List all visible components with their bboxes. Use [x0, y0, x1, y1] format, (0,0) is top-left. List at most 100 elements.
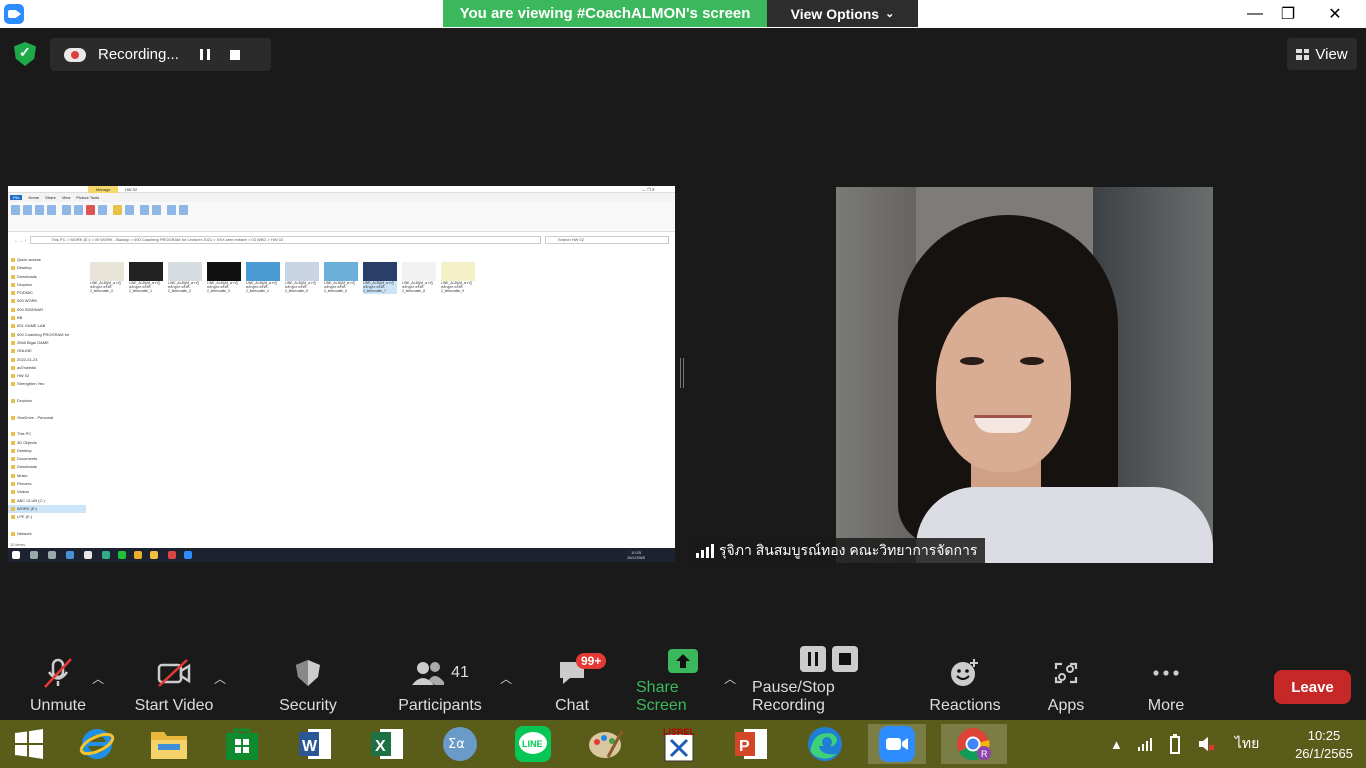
file-thumbnail[interactable]: LINE_ALBUM_ควรรู้หลักสูตร ครั้งที่ 2_leb…: [246, 262, 280, 294]
nav-pane-item[interactable]: LPE (E:): [8, 513, 86, 521]
file-thumbnail[interactable]: LINE_ALBUM_ควรรู้หลักสูตร ครั้งที่ 2_leb…: [402, 262, 436, 294]
nav-pane-item[interactable]: Documents: [8, 455, 86, 463]
panel-resize-handle[interactable]: [680, 358, 684, 388]
nav-pane-item[interactable]: 000 Coaching PROGRAM for: [8, 331, 86, 339]
view-layout-button[interactable]: View: [1287, 38, 1357, 70]
file-thumbnail[interactable]: LINE_ALBUM_ควรรู้หลักสูตร ครั้งที่ 2_leb…: [441, 262, 475, 294]
security-button[interactable]: Security: [276, 652, 340, 720]
start-button[interactable]: [0, 724, 58, 764]
file-thumbnail[interactable]: LINE_ALBUM_ควรรู้หลักสูตร ครั้งที่ 2_leb…: [324, 262, 358, 294]
explorer-window-controls: — ❐ ✕: [641, 187, 655, 192]
start-video-button[interactable]: Start Video: [134, 652, 214, 720]
nav-pane-item[interactable]: ABC CLUB (C:): [8, 497, 86, 505]
close-button[interactable]: ✕: [1315, 0, 1355, 28]
participants-options-caret[interactable]: ︿: [500, 670, 512, 687]
line-icon[interactable]: LINE: [504, 724, 562, 764]
pause-stop-recording-button[interactable]: Pause/Stop Recording: [752, 646, 908, 720]
nav-pane-item[interactable]: PODMIC: [8, 289, 86, 297]
show-hidden-icons-caret[interactable]: ▲: [1110, 737, 1123, 752]
participant-video: [836, 187, 1213, 563]
nav-pane-item[interactable]: Pictures: [8, 480, 86, 488]
file-thumbnail[interactable]: LINE_ALBUM_ควรรู้หลักสูตร ครั้งที่ 2_leb…: [90, 262, 124, 294]
ribbon-tab-share[interactable]: Share: [45, 195, 56, 200]
nav-pane-item[interactable]: Network: [8, 530, 86, 538]
audio-options-caret[interactable]: ︿: [92, 670, 104, 687]
pause-recording-button[interactable]: [190, 38, 220, 71]
nav-pane-item[interactable]: Downloads: [8, 463, 86, 471]
nav-pane-item[interactable]: OneDrive - Personal: [8, 414, 86, 422]
file-preview-image: [129, 262, 163, 281]
address-bar-row: ← → ↑ This PC > WORK (E:) > 00 WORK - Ba…: [8, 235, 675, 245]
nav-pane-item[interactable]: WORK (E:): [8, 504, 86, 514]
maximize-button[interactable]: ❐: [1268, 0, 1308, 28]
excel-icon[interactable]: X: [358, 724, 416, 764]
reactions-button[interactable]: Reactions: [929, 652, 1001, 720]
nav-pane-item[interactable]: 3D Objects: [8, 439, 86, 447]
ribbon: [8, 202, 675, 232]
unmute-button[interactable]: Unmute: [28, 652, 88, 720]
ribbon-tab-home[interactable]: Home: [28, 195, 39, 200]
nav-pane-item[interactable]: 000 WORK: [8, 297, 86, 305]
file-thumbnail[interactable]: LINE_ALBUM_ควรรู้หลักสูตร ครั้งที่ 2_leb…: [168, 262, 202, 294]
nav-pane-item[interactable]: Quick access: [8, 256, 86, 264]
leave-button[interactable]: Leave: [1274, 670, 1351, 704]
nav-pane-item[interactable]: 000 SEMINAR: [8, 306, 86, 314]
more-label: More: [1147, 697, 1185, 714]
internet-explorer-icon[interactable]: [68, 724, 126, 764]
store-icon[interactable]: [213, 724, 271, 764]
apps-button[interactable]: Apps: [1040, 652, 1092, 720]
file-thumbnail[interactable]: LINE_ALBUM_ควรรู้หลักสูตร ครั้งที่ 2_leb…: [129, 262, 163, 294]
nav-pane-item[interactable]: 001 GAME LAB: [8, 322, 86, 330]
explorer-search-input[interactable]: Search HW 02: [545, 236, 669, 244]
chrome-icon[interactable]: R: [941, 724, 1007, 764]
share-options-caret[interactable]: ︿: [724, 670, 736, 687]
zoom-taskbar-icon[interactable]: [868, 724, 926, 764]
powerpoint-icon[interactable]: P: [722, 724, 780, 764]
nav-pane-item[interactable]: Desktop: [8, 447, 86, 455]
clock-date: 26/1/2565: [1295, 746, 1353, 761]
nav-pane-item[interactable]: 2022-01-23: [8, 356, 86, 364]
ribbon-tab-picture-tools[interactable]: Picture Tools: [76, 195, 99, 200]
nav-pane-item[interactable]: ad7nwinbk: [8, 364, 86, 372]
chat-button[interactable]: 99+ Chat: [548, 652, 607, 720]
nav-pane-item[interactable]: Desktop: [8, 264, 86, 272]
nav-pane-item[interactable]: 2565 Bigai GAME: [8, 339, 86, 347]
ribbon-group-organize: [62, 205, 107, 229]
nav-pane-item[interactable]: Music: [8, 472, 86, 480]
nav-pane-item[interactable]: This PC: [8, 430, 86, 438]
file-thumbnail[interactable]: LINE_ALBUM_ควรรู้หลักสูตร ครั้งที่ 2_leb…: [285, 262, 319, 294]
paint-icon[interactable]: [577, 724, 635, 764]
input-language[interactable]: ไทย: [1235, 733, 1259, 755]
nav-pane-item[interactable]: Strengthen Yeu: [8, 380, 86, 388]
nav-pane-item[interactable]: Dropbox: [8, 281, 86, 289]
file-name: LINE_ALBUM_ควรรู้หลักสูตร ครั้งที่ 2_leb…: [168, 281, 199, 294]
video-options-caret[interactable]: ︿: [214, 670, 226, 687]
edge-icon[interactable]: [796, 724, 854, 764]
file-explorer-icon[interactable]: [140, 724, 198, 764]
lisrel-icon[interactable]: LISREL: [650, 724, 708, 764]
nav-arrows[interactable]: ← → ↑: [14, 238, 26, 243]
file-preview-image: [207, 262, 241, 281]
nav-pane-item[interactable]: Dropbox: [8, 397, 86, 405]
nav-pane-item[interactable]: BB: [8, 314, 86, 322]
word-icon[interactable]: W: [286, 724, 344, 764]
file-thumbnail[interactable]: LINE_ALBUM_ควรรู้หลักสูตร ครั้งที่ 2_leb…: [363, 262, 397, 294]
ribbon-tab-file[interactable]: File: [10, 195, 23, 200]
share-screen-icon: [668, 649, 698, 673]
ribbon-group-select: [167, 205, 188, 229]
ribbon-tab-view[interactable]: View: [62, 195, 71, 200]
nav-pane-item[interactable]: Videos: [8, 488, 86, 496]
file-thumbnail[interactable]: LINE_ALBUM_ควรรู้หลักสูตร ครั้งที่ 2_leb…: [207, 262, 241, 294]
share-screen-button[interactable]: Share Screen: [636, 649, 730, 720]
address-bar[interactable]: This PC > WORK (E:) > 00 WORK - Backup >…: [30, 236, 541, 244]
recording-label: Recording...: [98, 46, 179, 63]
stop-recording-button[interactable]: [220, 38, 250, 71]
nav-pane-item[interactable]: ONLINE: [8, 347, 86, 355]
nav-pane-item[interactable]: Downloads: [8, 273, 86, 281]
nav-pane-item[interactable]: HW 02: [8, 372, 86, 380]
more-button[interactable]: More: [1140, 652, 1192, 720]
math-input-icon[interactable]: Σα: [431, 724, 489, 764]
participants-button[interactable]: 41 Participants: [398, 652, 482, 720]
view-options-button[interactable]: View Options ⌄: [767, 0, 918, 27]
taskbar-clock[interactable]: 10:25 26/1/2565: [1292, 727, 1356, 763]
